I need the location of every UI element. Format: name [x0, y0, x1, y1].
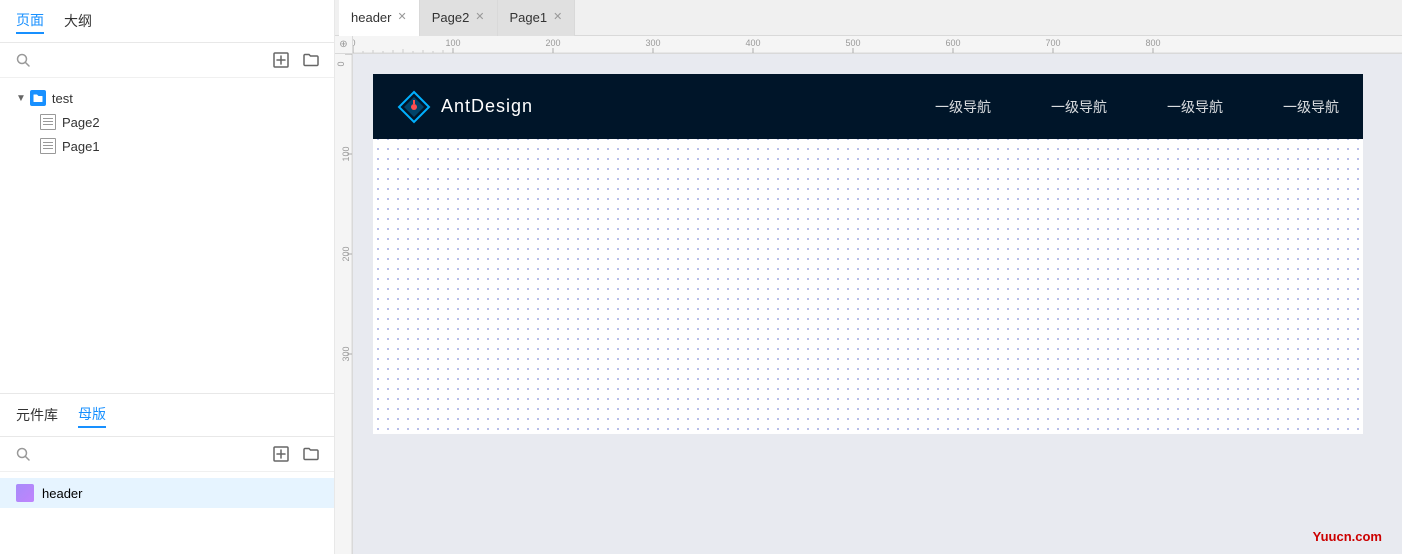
nav-item-1[interactable]: 一级导航	[935, 97, 991, 117]
svg-text:0: 0	[353, 38, 356, 48]
add-page-icon[interactable]	[270, 49, 292, 71]
left-bottom-tabs: 元件库 母版	[0, 394, 334, 437]
tab-page1[interactable]: Page1 ✕	[498, 0, 576, 36]
search-area	[12, 49, 262, 71]
ruler-horizontal: 0 100 200 300 400 500 600	[353, 36, 1402, 54]
page-name-page2: Page1	[62, 139, 100, 154]
watermark: Yuucn.com	[1313, 529, 1382, 544]
component-search-icon[interactable]	[12, 443, 34, 465]
tab-page2[interactable]: Page2 ✕	[420, 0, 498, 36]
tab-header-label: header	[351, 10, 391, 25]
add-folder-icon[interactable]	[300, 49, 322, 71]
tab-component-library[interactable]: 元件库	[16, 403, 58, 427]
nav-item-2[interactable]: 一级导航	[1051, 97, 1107, 117]
tree-folder-test[interactable]: ▼ test	[0, 86, 334, 110]
tab-pages[interactable]: 页面	[16, 8, 44, 34]
nav-item-3[interactable]: 一级导航	[1167, 97, 1223, 117]
tab-page2-close[interactable]: ✕	[475, 12, 484, 23]
master-component-list: header	[0, 472, 334, 554]
pages-action-icons	[270, 49, 322, 71]
tab-page1-close[interactable]: ✕	[553, 12, 562, 23]
svg-text:200: 200	[341, 246, 351, 261]
header-component: AntDesign 一级导航 一级导航 一级导航 一级导航	[373, 74, 1363, 139]
svg-text:500: 500	[845, 38, 860, 48]
tab-bar: header ✕ Page2 ✕ Page1 ✕	[335, 0, 1402, 36]
svg-text:400: 400	[745, 38, 760, 48]
tree-page-page2[interactable]: Page1	[0, 134, 334, 158]
tab-page2-label: Page2	[432, 10, 470, 25]
tree-toggle-icon: ▼	[16, 93, 26, 104]
left-panel: 页面 大纲	[0, 0, 335, 554]
canvas-area: ⊕ 0 100 200 300	[335, 36, 1402, 554]
search-icon[interactable]	[12, 49, 34, 71]
tab-header-close[interactable]: ✕	[397, 12, 406, 23]
tab-page1-label: Page1	[510, 10, 548, 25]
svg-text:100: 100	[445, 38, 460, 48]
left-top-tabs: 页面 大纲	[0, 0, 334, 43]
svg-text:800: 800	[1145, 38, 1160, 48]
svg-text:300: 300	[645, 38, 660, 48]
design-canvas: AntDesign 一级导航 一级导航 一级导航 一级导航	[373, 74, 1363, 434]
canvas-content: AntDesign 一级导航 一级导航 一级导航 一级导航	[353, 54, 1402, 454]
tab-master[interactable]: 母版	[78, 402, 106, 428]
svg-text:200: 200	[545, 38, 560, 48]
pages-toolbar	[0, 43, 334, 78]
right-area: header ✕ Page2 ✕ Page1 ✕ ⊕	[335, 0, 1402, 554]
tab-outline[interactable]: 大纲	[64, 9, 92, 33]
origin-icon: ⊕	[339, 39, 347, 50]
svg-text:600: 600	[945, 38, 960, 48]
ruler-vertical: 0 100 200 300	[335, 54, 353, 554]
svg-text:300: 300	[341, 346, 351, 361]
page-name-page1: Page2	[62, 115, 100, 130]
canvas-viewport[interactable]: AntDesign 一级导航 一级导航 一级导航 一级导航	[353, 54, 1402, 554]
page-icon-2	[40, 138, 56, 154]
folder-icon	[30, 90, 46, 106]
add-component-icon[interactable]	[270, 443, 292, 465]
svg-text:700: 700	[1045, 38, 1060, 48]
header-logo: AntDesign	[397, 90, 533, 124]
folder-name: test	[52, 91, 73, 106]
tree-page-page1[interactable]: Page2	[0, 110, 334, 134]
antdesign-logo-icon	[397, 90, 431, 124]
header-brand-text: AntDesign	[441, 96, 533, 117]
master-item-header[interactable]: header	[0, 478, 334, 508]
pages-outline-panel: 页面 大纲	[0, 0, 334, 394]
add-folder-component-icon[interactable]	[300, 443, 322, 465]
svg-text:0: 0	[336, 61, 346, 66]
svg-text:100: 100	[341, 146, 351, 161]
tab-header[interactable]: header ✕	[339, 0, 420, 36]
components-toolbar	[0, 437, 334, 472]
nav-item-4[interactable]: 一级导航	[1283, 97, 1339, 117]
page-tree: ▼ test Page2 Page1	[0, 78, 334, 393]
ruler-corner[interactable]: ⊕	[335, 36, 353, 54]
master-item-icon	[16, 484, 34, 502]
page-icon	[40, 114, 56, 130]
components-master-panel: 元件库 母版	[0, 394, 334, 554]
master-item-label: header	[42, 486, 82, 501]
header-nav: 一级导航 一级导航 一级导航 一级导航	[573, 97, 1339, 117]
